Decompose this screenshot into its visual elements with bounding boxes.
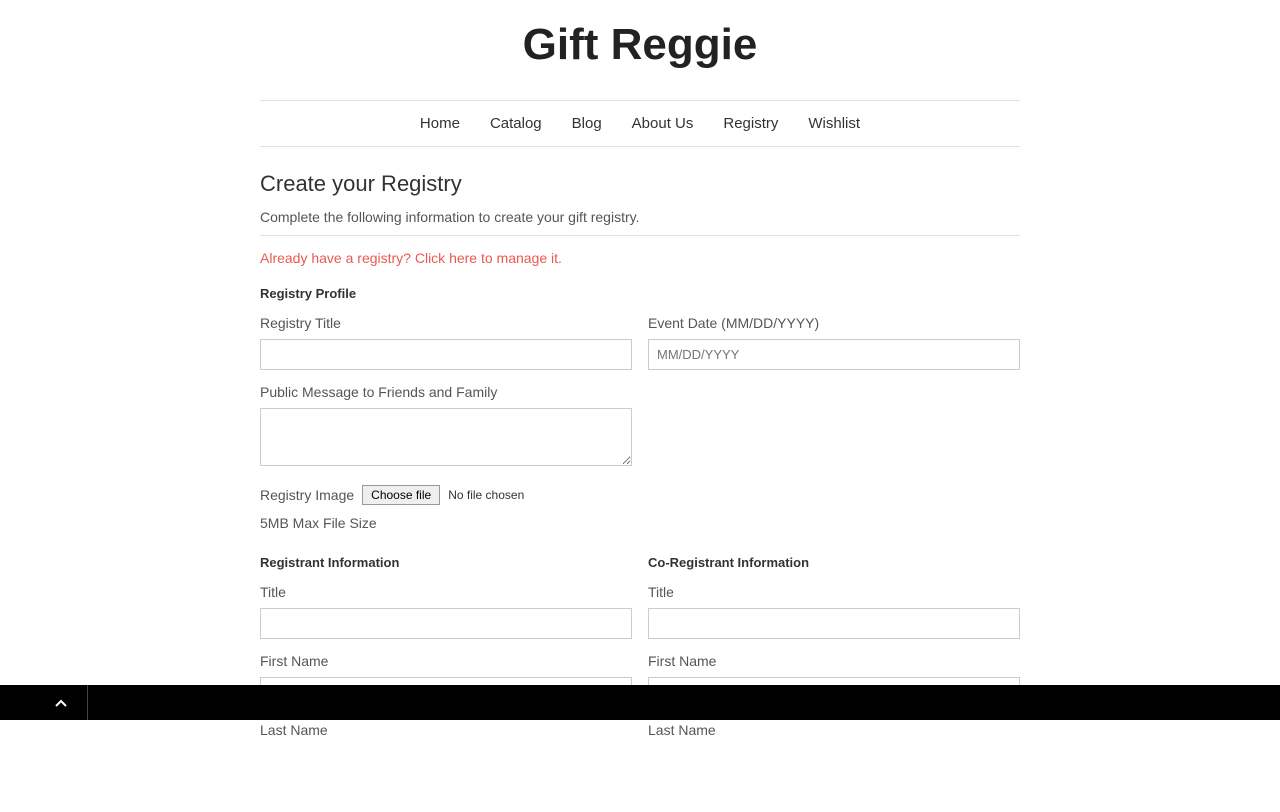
- co-registrant-last-name-label: Last Name: [648, 722, 1020, 738]
- public-message-label: Public Message to Friends and Family: [260, 384, 632, 400]
- registrant-section: Registrant Information Title First Name …: [260, 555, 632, 752]
- nav-wishlist[interactable]: Wishlist: [808, 115, 860, 132]
- nav-registry[interactable]: Registry: [723, 115, 778, 132]
- registry-title-label: Registry Title: [260, 315, 632, 331]
- nav-home[interactable]: Home: [420, 115, 460, 132]
- main-nav: Home Catalog Blog About Us Registry Wish…: [260, 100, 1020, 147]
- registrant-first-name-label: First Name: [260, 653, 632, 669]
- nav-catalog[interactable]: Catalog: [490, 115, 542, 132]
- divider: [260, 235, 1020, 236]
- registrant-title-input[interactable]: [260, 608, 632, 639]
- file-status: No file chosen: [448, 488, 524, 502]
- manage-registry-link[interactable]: Already have a registry? Click here to m…: [260, 250, 562, 266]
- co-registrant-title-input[interactable]: [648, 608, 1020, 639]
- choose-file-button[interactable]: Choose file: [362, 485, 440, 505]
- nav-about[interactable]: About Us: [632, 115, 694, 132]
- public-message-textarea[interactable]: [260, 408, 632, 466]
- co-registrant-section: Co-Registrant Information Title First Na…: [648, 555, 1020, 752]
- registrant-last-name-label: Last Name: [260, 722, 632, 738]
- page-subtitle: Complete the following information to cr…: [260, 209, 1020, 225]
- registry-title-input[interactable]: [260, 339, 632, 370]
- co-registrant-title-label: Title: [648, 584, 1020, 600]
- scroll-top-icon[interactable]: [55, 685, 88, 720]
- page-title: Create your Registry: [260, 171, 1020, 197]
- nav-blog[interactable]: Blog: [572, 115, 602, 132]
- registrant-title-label: Title: [260, 584, 632, 600]
- registry-profile-section: Registry Profile Registry Title Event Da…: [260, 286, 1020, 555]
- section-title-profile: Registry Profile: [260, 286, 1020, 301]
- section-title-co-registrant: Co-Registrant Information: [648, 555, 1020, 570]
- footer-bar: [0, 685, 1280, 720]
- event-date-input[interactable]: [648, 339, 1020, 370]
- co-registrant-first-name-label: First Name: [648, 653, 1020, 669]
- event-date-label: Event Date (MM/DD/YYYY): [648, 315, 1020, 331]
- registry-image-label: Registry Image: [260, 487, 354, 503]
- max-file-size-note: 5MB Max File Size: [260, 515, 632, 531]
- section-title-registrant: Registrant Information: [260, 555, 632, 570]
- site-title: Gift Reggie: [260, 20, 1020, 70]
